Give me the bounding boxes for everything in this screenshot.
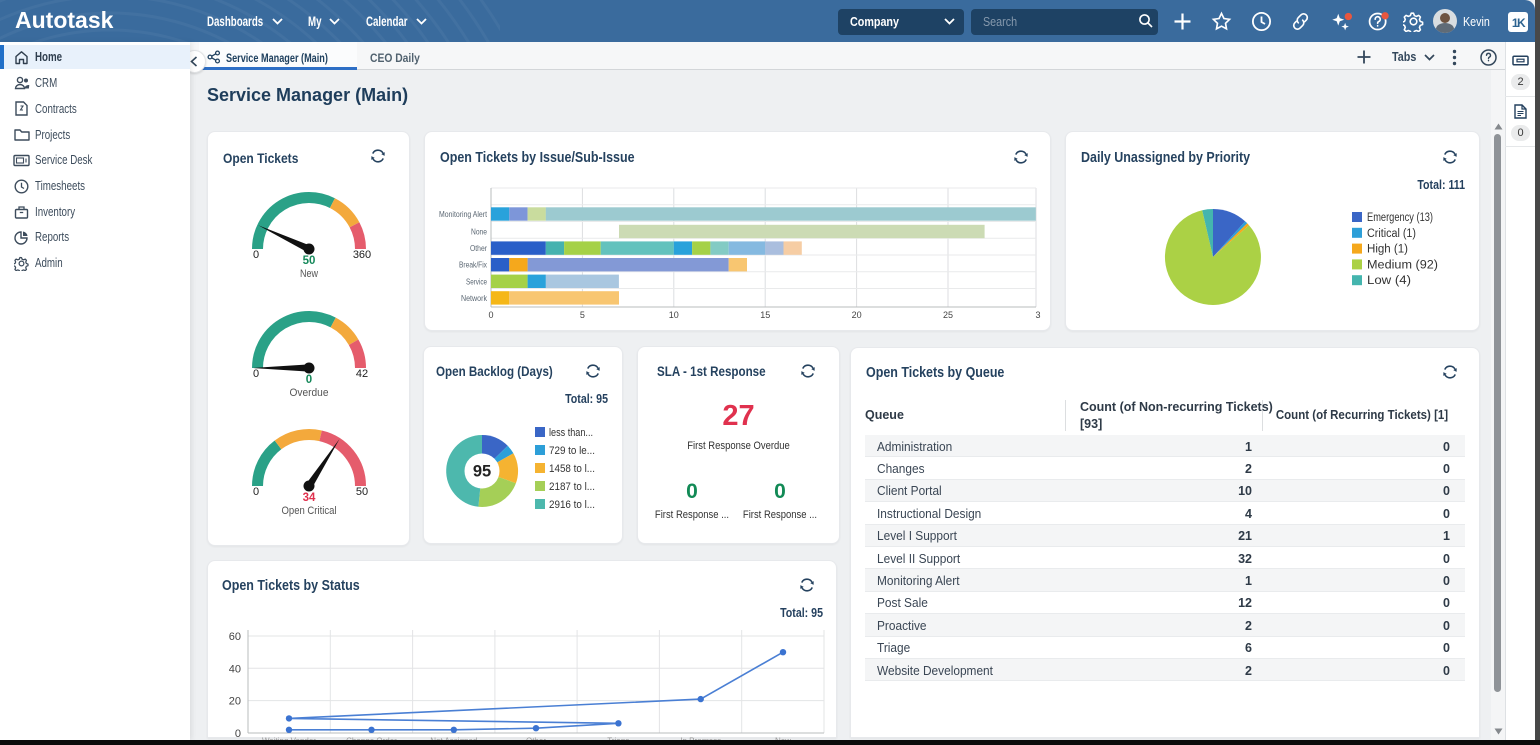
svg-text:Monitoring Alert: Monitoring Alert	[439, 210, 488, 219]
svg-text:less than...: less than...	[549, 427, 593, 439]
svg-text:40: 40	[229, 663, 241, 675]
svg-text:10: 10	[669, 310, 679, 320]
svg-text:34: 34	[303, 492, 316, 504]
svg-text:0: 0	[253, 486, 259, 498]
svg-text:20: 20	[852, 310, 862, 320]
svg-text:15: 15	[760, 310, 770, 320]
svg-text:0: 0	[253, 368, 259, 380]
svg-text:High (1): High (1)	[1367, 244, 1408, 256]
svg-text:5: 5	[580, 310, 585, 320]
svg-text:Low (4): Low (4)	[1367, 275, 1411, 287]
svg-text:Emergency (13): Emergency (13)	[1367, 212, 1433, 224]
svg-text:3: 3	[1035, 310, 1040, 320]
svg-text:25: 25	[943, 310, 953, 320]
svg-text:0: 0	[253, 249, 259, 261]
svg-text:Medium (92): Medium (92)	[1367, 259, 1438, 271]
svg-text:0: 0	[488, 310, 493, 320]
svg-text:Break/Fix: Break/Fix	[459, 261, 487, 270]
svg-text:360: 360	[353, 249, 371, 261]
svg-text:None: None	[471, 227, 487, 236]
svg-text:729 to le...: 729 to le...	[549, 445, 595, 457]
svg-text:Overdue: Overdue	[290, 387, 329, 399]
svg-text:2916 to l...: 2916 to l...	[549, 499, 595, 511]
svg-text:Critical (1): Critical (1)	[1367, 228, 1416, 240]
svg-text:2187 to l...: 2187 to l...	[549, 481, 595, 493]
svg-text:20: 20	[229, 696, 241, 708]
svg-text:42: 42	[356, 368, 368, 380]
svg-text:Network: Network	[461, 294, 488, 303]
svg-text:0: 0	[235, 728, 241, 740]
svg-text:0: 0	[306, 374, 312, 386]
svg-text:Open Critical: Open Critical	[282, 505, 337, 517]
svg-text:60: 60	[229, 631, 241, 643]
svg-text:95: 95	[473, 463, 491, 481]
svg-text:Other: Other	[470, 244, 487, 253]
svg-text:50: 50	[303, 255, 316, 267]
svg-text:New: New	[300, 268, 318, 280]
svg-text:1458 to l...: 1458 to l...	[549, 463, 595, 475]
svg-text:50: 50	[356, 486, 368, 498]
svg-text:Service: Service	[466, 277, 487, 286]
